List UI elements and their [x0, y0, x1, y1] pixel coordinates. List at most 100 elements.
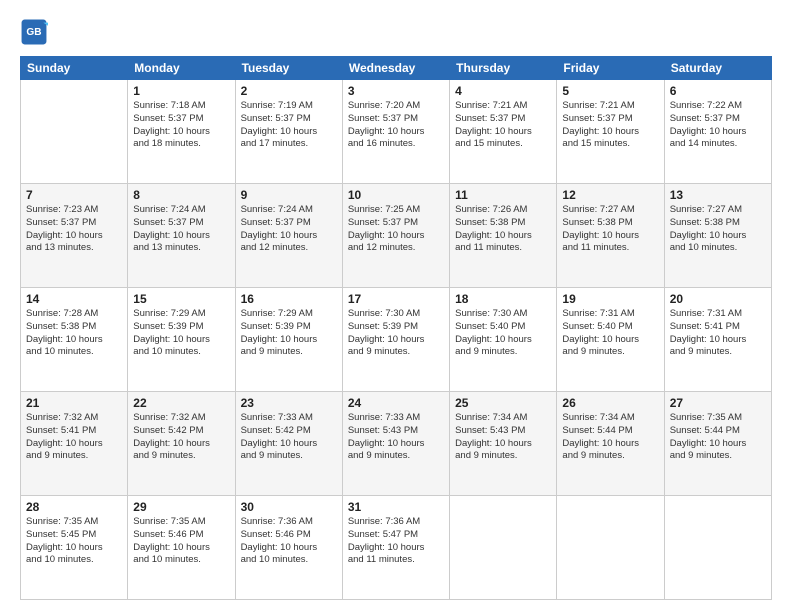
calendar-cell: 6Sunrise: 7:22 AMSunset: 5:37 PMDaylight…	[664, 80, 771, 184]
day-info-line: Sunrise: 7:32 AM	[26, 412, 122, 425]
day-info-line: and 12 minutes.	[241, 242, 337, 255]
day-number: 3	[348, 84, 444, 98]
day-info-line: Sunrise: 7:25 AM	[348, 204, 444, 217]
day-info-line: Daylight: 10 hours	[455, 334, 551, 347]
day-info-line: Sunset: 5:37 PM	[455, 113, 551, 126]
day-info-line: and 16 minutes.	[348, 138, 444, 151]
day-info-line: Daylight: 10 hours	[455, 230, 551, 243]
day-info-line: Daylight: 10 hours	[26, 334, 122, 347]
day-info-line: Sunset: 5:46 PM	[241, 529, 337, 542]
day-info-line: and 10 minutes.	[26, 554, 122, 567]
day-number: 31	[348, 500, 444, 514]
day-number: 1	[133, 84, 229, 98]
day-number: 23	[241, 396, 337, 410]
day-info-line: and 9 minutes.	[241, 450, 337, 463]
day-info-line: and 10 minutes.	[26, 346, 122, 359]
day-info-line: Sunset: 5:37 PM	[348, 217, 444, 230]
week-row-1: 1Sunrise: 7:18 AMSunset: 5:37 PMDaylight…	[21, 80, 772, 184]
calendar-cell: 8Sunrise: 7:24 AMSunset: 5:37 PMDaylight…	[128, 184, 235, 288]
logo: GB	[20, 18, 52, 46]
day-info-line: Sunset: 5:37 PM	[133, 113, 229, 126]
day-info-line: and 9 minutes.	[348, 450, 444, 463]
calendar-cell	[450, 496, 557, 600]
day-info-line: Sunrise: 7:36 AM	[241, 516, 337, 529]
calendar-cell: 25Sunrise: 7:34 AMSunset: 5:43 PMDayligh…	[450, 392, 557, 496]
day-number: 28	[26, 500, 122, 514]
day-info-line: Sunrise: 7:35 AM	[26, 516, 122, 529]
day-info-line: Daylight: 10 hours	[26, 438, 122, 451]
day-info-line: Sunset: 5:43 PM	[348, 425, 444, 438]
day-info-line: and 10 minutes.	[133, 346, 229, 359]
day-info-line: Daylight: 10 hours	[26, 230, 122, 243]
calendar: SundayMondayTuesdayWednesdayThursdayFrid…	[20, 56, 772, 600]
calendar-cell: 9Sunrise: 7:24 AMSunset: 5:37 PMDaylight…	[235, 184, 342, 288]
day-number: 29	[133, 500, 229, 514]
calendar-cell: 20Sunrise: 7:31 AMSunset: 5:41 PMDayligh…	[664, 288, 771, 392]
day-info-line: Daylight: 10 hours	[562, 438, 658, 451]
day-info-line: Daylight: 10 hours	[241, 230, 337, 243]
calendar-cell: 22Sunrise: 7:32 AMSunset: 5:42 PMDayligh…	[128, 392, 235, 496]
day-info-line: Sunset: 5:37 PM	[241, 217, 337, 230]
day-number: 25	[455, 396, 551, 410]
day-info-line: Sunrise: 7:31 AM	[670, 308, 766, 321]
day-info-line: Sunset: 5:44 PM	[670, 425, 766, 438]
day-number: 15	[133, 292, 229, 306]
week-row-2: 7Sunrise: 7:23 AMSunset: 5:37 PMDaylight…	[21, 184, 772, 288]
calendar-cell: 11Sunrise: 7:26 AMSunset: 5:38 PMDayligh…	[450, 184, 557, 288]
week-row-3: 14Sunrise: 7:28 AMSunset: 5:38 PMDayligh…	[21, 288, 772, 392]
calendar-cell: 28Sunrise: 7:35 AMSunset: 5:45 PMDayligh…	[21, 496, 128, 600]
calendar-cell: 1Sunrise: 7:18 AMSunset: 5:37 PMDaylight…	[128, 80, 235, 184]
day-number: 30	[241, 500, 337, 514]
calendar-cell: 29Sunrise: 7:35 AMSunset: 5:46 PMDayligh…	[128, 496, 235, 600]
day-info-line: Sunset: 5:39 PM	[241, 321, 337, 334]
day-info-line: Sunrise: 7:27 AM	[670, 204, 766, 217]
day-info-line: Sunrise: 7:35 AM	[670, 412, 766, 425]
day-number: 16	[241, 292, 337, 306]
day-info-line: Sunrise: 7:23 AM	[26, 204, 122, 217]
day-info-line: Daylight: 10 hours	[670, 230, 766, 243]
day-info-line: and 18 minutes.	[133, 138, 229, 151]
day-info-line: and 9 minutes.	[562, 450, 658, 463]
weekday-monday: Monday	[128, 57, 235, 80]
day-info-line: Sunrise: 7:27 AM	[562, 204, 658, 217]
day-info-line: Sunrise: 7:30 AM	[455, 308, 551, 321]
day-info-line: and 9 minutes.	[133, 450, 229, 463]
day-info-line: Sunset: 5:37 PM	[562, 113, 658, 126]
day-info-line: Sunrise: 7:21 AM	[562, 100, 658, 113]
calendar-cell: 4Sunrise: 7:21 AMSunset: 5:37 PMDaylight…	[450, 80, 557, 184]
calendar-cell: 3Sunrise: 7:20 AMSunset: 5:37 PMDaylight…	[342, 80, 449, 184]
day-info-line: Sunset: 5:37 PM	[133, 217, 229, 230]
weekday-sunday: Sunday	[21, 57, 128, 80]
week-row-5: 28Sunrise: 7:35 AMSunset: 5:45 PMDayligh…	[21, 496, 772, 600]
day-info-line: and 11 minutes.	[348, 554, 444, 567]
day-number: 18	[455, 292, 551, 306]
day-info-line: Sunrise: 7:31 AM	[562, 308, 658, 321]
day-info-line: and 15 minutes.	[455, 138, 551, 151]
calendar-cell: 2Sunrise: 7:19 AMSunset: 5:37 PMDaylight…	[235, 80, 342, 184]
day-info-line: Sunrise: 7:21 AM	[455, 100, 551, 113]
day-info-line: Sunset: 5:38 PM	[455, 217, 551, 230]
day-info-line: Sunset: 5:37 PM	[241, 113, 337, 126]
day-info-line: and 14 minutes.	[670, 138, 766, 151]
day-info-line: Sunset: 5:47 PM	[348, 529, 444, 542]
logo-icon: GB	[20, 18, 48, 46]
day-info-line: Sunrise: 7:34 AM	[455, 412, 551, 425]
day-number: 2	[241, 84, 337, 98]
day-info-line: Sunrise: 7:35 AM	[133, 516, 229, 529]
day-number: 4	[455, 84, 551, 98]
day-info-line: Sunrise: 7:22 AM	[670, 100, 766, 113]
calendar-cell: 19Sunrise: 7:31 AMSunset: 5:40 PMDayligh…	[557, 288, 664, 392]
page: GB SundayMondayTuesdayWednesdayThursdayF…	[0, 0, 792, 612]
day-info-line: Daylight: 10 hours	[241, 542, 337, 555]
calendar-cell: 14Sunrise: 7:28 AMSunset: 5:38 PMDayligh…	[21, 288, 128, 392]
day-info-line: and 13 minutes.	[133, 242, 229, 255]
day-number: 17	[348, 292, 444, 306]
day-info-line: Daylight: 10 hours	[133, 230, 229, 243]
day-info-line: Sunrise: 7:24 AM	[241, 204, 337, 217]
day-number: 24	[348, 396, 444, 410]
day-info-line: Daylight: 10 hours	[133, 334, 229, 347]
day-info-line: and 17 minutes.	[241, 138, 337, 151]
day-info-line: Sunset: 5:37 PM	[670, 113, 766, 126]
day-info-line: Sunrise: 7:29 AM	[133, 308, 229, 321]
day-info-line: Sunrise: 7:26 AM	[455, 204, 551, 217]
